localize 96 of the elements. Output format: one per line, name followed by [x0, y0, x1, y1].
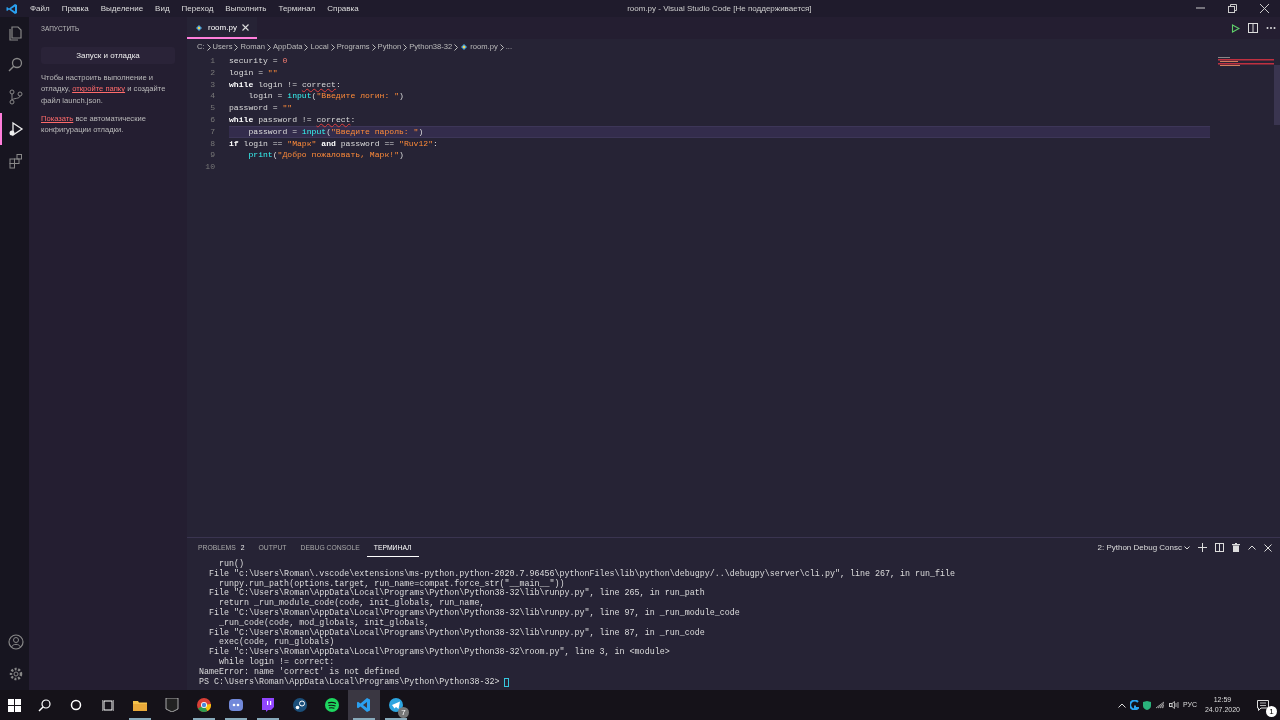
line-number: 2 — [209, 66, 215, 79]
run-debug-button[interactable]: Запуск и отладка — [41, 47, 175, 64]
app-logo-icon[interactable] — [357, 698, 371, 712]
chevron-icon — [403, 43, 408, 51]
python-file-icon — [460, 43, 469, 51]
code-line: while login != correct: — [229, 78, 341, 91]
menu-item[interactable]: Переход — [175, 0, 220, 17]
shield-icon[interactable] — [1142, 700, 1151, 710]
terminal-prompt: PS C:\Users\Roman\AppData\Local\Programs\Python\Python38-32> — [199, 677, 501, 688]
terminal-line: File "c:\Users\Roman\.vscode\extensions\ms-python.python-2020.7.96456\pythonFiles\lib\python\debugpy/..\debugpy\server\cli.py", line 267, in run_file — [208, 569, 957, 579]
code-line: security = 0 — [229, 55, 288, 67]
speaker-icon[interactable] — [1168, 701, 1179, 709]
code-line: if login == "Марк" and password == "Ruv12": — [229, 137, 438, 150]
python-file-icon — [195, 23, 203, 32]
line-number: 1 — [209, 55, 215, 67]
branch-icon[interactable] — [6, 88, 25, 106]
close-icon[interactable] — [241, 24, 249, 31]
folder-icon[interactable] — [133, 698, 147, 712]
trash-icon[interactable] — [1232, 543, 1240, 552]
code-line: password = "" — [229, 102, 293, 114]
line-number: 5 — [209, 102, 215, 114]
line-number: 3 — [209, 78, 215, 91]
plus-icon[interactable] — [1198, 543, 1207, 552]
terminal-dropdown[interactable]: 2: Python Debug Consc — [1097, 541, 1190, 554]
terminal-line: _run_code(code, mod_globals, init_globals, — [218, 618, 431, 628]
restore-icon[interactable] — [1226, 3, 1238, 14]
cursor — [504, 677, 510, 687]
menu-item[interactable]: Правка — [55, 0, 95, 17]
terminal-line: runpy.run_path(options.target, run_name=compat.force_str("__main__")) — [219, 579, 565, 589]
scrollbar[interactable] — [1274, 65, 1280, 125]
browser-icon[interactable] — [197, 698, 211, 712]
terminal-line: NameError: name 'correct' is not defined — [199, 667, 401, 677]
paper-plane-icon[interactable] — [389, 698, 403, 712]
line-number: 9 — [209, 149, 215, 162]
menu-item[interactable]: Вид — [149, 0, 176, 17]
run-icon[interactable] — [1231, 23, 1240, 33]
wifi-icon[interactable] — [1154, 701, 1165, 709]
line-number: 10 — [204, 161, 215, 173]
chat-bubble-icon[interactable] — [261, 698, 275, 712]
line-number: 8 — [209, 137, 215, 150]
chevron-icon — [371, 43, 376, 51]
task-view-icon[interactable] — [102, 698, 114, 712]
shield-icon[interactable] — [165, 698, 179, 712]
start-icon[interactable] — [7, 698, 21, 712]
chevron-down-icon — [1184, 545, 1190, 550]
gear-circle-icon[interactable] — [293, 698, 307, 712]
notification-icon[interactable] — [1257, 699, 1269, 711]
chevron-icon — [266, 43, 271, 51]
code-line: while password != correct: — [229, 114, 356, 126]
menu-item[interactable]: Выделение — [94, 0, 150, 17]
terminal-line: exec(code, run_globals) — [219, 638, 335, 648]
chevron-icon — [499, 43, 504, 51]
menu-item[interactable]: Файл — [24, 0, 56, 17]
sound-waves-icon[interactable] — [325, 698, 339, 712]
count-badge: 7 — [398, 707, 409, 718]
close-icon[interactable] — [1264, 543, 1272, 552]
chevron-icon — [206, 43, 211, 51]
split-editor-icon[interactable] — [1248, 23, 1258, 33]
chevron-up-icon[interactable] — [1248, 545, 1256, 550]
terminal-line: while login != correct: — [218, 657, 336, 667]
menu-item[interactable]: Справка — [321, 0, 365, 17]
menu-item[interactable]: Терминал — [272, 0, 322, 17]
line-number: 6 — [209, 114, 215, 126]
close-icon[interactable] — [1258, 3, 1270, 14]
terminal-line: File "C:\Users\Roman\AppData\Local\Programs\Python\Python38-32\lib\runpy.py", line 97, in _run_module_code — [208, 609, 741, 618]
app-logo-icon — [6, 2, 18, 15]
terminal-line: run() — [218, 560, 246, 569]
terminal-line: return _run_module_code(code, init_globals, run_name, — [219, 599, 485, 609]
circle-icon[interactable] — [70, 699, 82, 711]
window-title: room.py - Visual Studio Code [Не поддерживается] — [627, 3, 812, 13]
chevron-up-icon[interactable] — [1117, 702, 1126, 708]
extensions-icon[interactable] — [6, 152, 25, 170]
terminal-line: File "C:\Users\Roman\AppData\Local\Programs\Python\Python38-32\lib\runpy.py", line 87, in _run_code — [208, 628, 706, 638]
editor-tab[interactable]: room.py — [187, 17, 257, 39]
code-line: login = input("Введите логин: ") — [247, 90, 404, 103]
line-number: 4 — [209, 90, 215, 103]
terminal-line: File "c:\Users\Roman\AppData\Local\Programs\Python\Python38-32\room.py", line 3, in <module> — [208, 648, 671, 658]
menu-item[interactable]: Выполнить — [219, 0, 273, 17]
files-icon[interactable] — [6, 24, 25, 42]
code-line: password = input("Введите пароль: ") — [247, 125, 424, 138]
search-icon[interactable] — [37, 698, 51, 712]
game-controller-icon[interactable] — [229, 698, 243, 712]
code-line: print("Добро пожаловать, Марк!") — [247, 149, 404, 162]
chevron-icon — [454, 43, 459, 51]
terminal-line: File "C:\Users\Roman\AppData\Local\Programs\Python\Python38-32\lib\runpy.py", line 265, in run_path — [208, 589, 706, 599]
chevron-icon — [234, 43, 239, 51]
chevron-icon — [330, 43, 335, 51]
line-number: 7 — [209, 125, 215, 138]
more-icon[interactable] — [1266, 26, 1276, 30]
code-line: login = "" — [229, 66, 278, 79]
split-terminal-icon[interactable] — [1215, 543, 1224, 552]
account-icon[interactable] — [6, 633, 25, 651]
tray-app-icon[interactable] — [1129, 700, 1139, 710]
chevron-icon — [304, 43, 309, 51]
minimap-drawing — [1218, 55, 1274, 69]
count-badge: 1 — [1266, 706, 1277, 717]
